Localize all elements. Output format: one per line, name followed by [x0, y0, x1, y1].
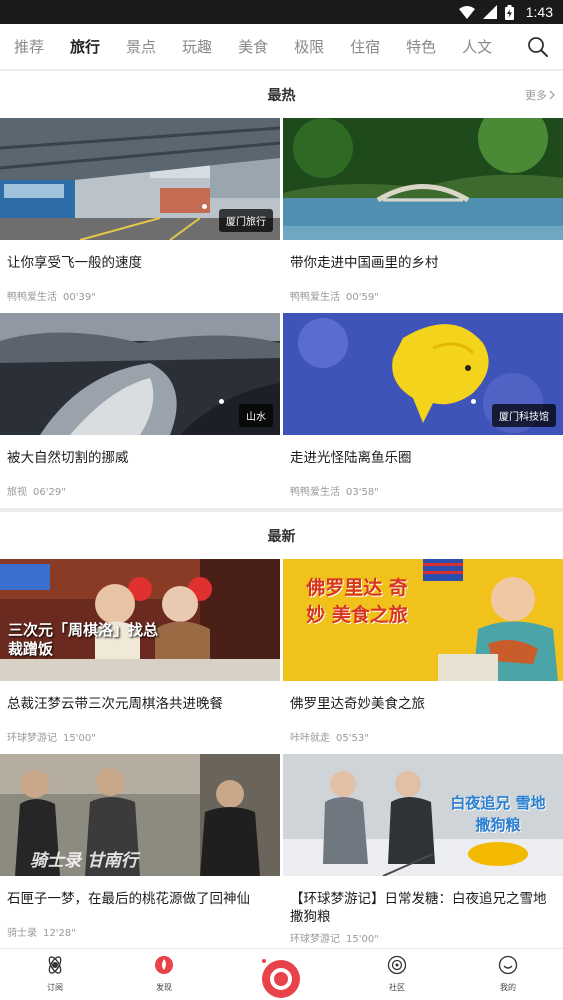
video-author: 旅视	[7, 487, 27, 498]
hot-section: 最热 更多 厦门旅行 让你享受飞一般的速度 鸭鸭爱生活 00'39" 带你走进中…	[0, 71, 563, 508]
video-title: 被大自然切割的挪威	[7, 450, 129, 466]
tab-culture[interactable]: 人文	[462, 36, 492, 57]
more-label: 更多	[525, 89, 547, 102]
video-duration: 00'39"	[63, 292, 96, 303]
more-link[interactable]: 更多	[525, 87, 555, 103]
video-duration: 06'29"	[33, 487, 66, 498]
video-duration: 15'00"	[63, 733, 96, 744]
video-thumbnail: 白夜追兄 雪地撒狗粮	[283, 754, 563, 876]
signal-icon	[482, 5, 497, 19]
tab-lodging[interactable]: 住宿	[350, 36, 380, 57]
thumbnail-caption: 白夜追兄 雪地撒狗粮	[450, 794, 546, 834]
video-card[interactable]: 厦门旅行 让你享受飞一般的速度 鸭鸭爱生活 00'39"	[0, 118, 280, 312]
video-duration: 05'53"	[336, 733, 369, 744]
search-icon[interactable]	[527, 36, 549, 58]
video-thumbnail: 山水	[0, 313, 280, 435]
community-icon	[387, 955, 407, 975]
video-meta: 环球梦游记 15'00"	[7, 729, 96, 744]
wifi-icon	[458, 5, 475, 19]
video-thumbnail: 骑士录 甘南行	[0, 754, 280, 876]
location-tag: 厦门科技馆	[492, 404, 556, 427]
video-title: 总裁汪梦云带三次元周棋洛共进晚餐	[7, 696, 223, 712]
latest-section: 最新 三次元「周棋洛」找总裁蹭饭 总裁汪梦云带三次元周棋洛共进晚餐 环球梦游记 1…	[0, 512, 563, 948]
video-author: 环球梦游记	[290, 934, 340, 945]
status-bar: 1:43	[0, 0, 563, 24]
nav-label: 社区	[389, 983, 405, 992]
video-duration: 03'58"	[346, 487, 379, 498]
subscribe-icon	[48, 956, 62, 974]
tab-special[interactable]: 特色	[406, 36, 436, 57]
nav-subscribe[interactable]: 订阅	[25, 955, 85, 993]
video-duration: 00'59"	[346, 292, 379, 303]
video-title: 【环球梦游记】日常发糖：白夜追兄之雪地撒狗粮	[290, 891, 547, 925]
discover-icon	[155, 956, 173, 974]
tag-dot	[219, 399, 224, 404]
notification-dot	[262, 959, 266, 963]
video-card[interactable]: 骑士录 甘南行 石匣子一梦，在最后的桃花源做了回神仙 骑士录 12'28"	[0, 754, 280, 948]
location-tag: 厦门旅行	[219, 209, 273, 232]
video-thumbnail	[283, 118, 563, 240]
video-thumbnail: 厦门旅行	[0, 118, 280, 240]
video-card[interactable]: 佛罗里达 奇妙 美食之旅 佛罗里达奇妙美食之旅 咔咔就走 05'53"	[283, 559, 563, 753]
video-card[interactable]: 带你走进中国画里的乡村 鸭鸭爱生活 00'59"	[283, 118, 563, 312]
nav-label: 订阅	[47, 983, 63, 992]
video-title: 让你享受飞一般的速度	[7, 255, 142, 271]
video-title: 石匣子一梦，在最后的桃花源做了回神仙	[7, 891, 250, 907]
tab-food[interactable]: 美食	[238, 36, 268, 57]
section-title: 最新	[267, 529, 296, 545]
video-author: 骑士录	[7, 928, 37, 939]
video-meta: 环球梦游记 15'00"	[290, 930, 379, 945]
tab-travel[interactable]: 旅行	[70, 36, 100, 57]
tab-recommend[interactable]: 推荐	[14, 36, 44, 57]
video-author: 鸭鸭爱生活	[290, 487, 340, 498]
video-meta: 咔咔就走 05'53"	[290, 729, 369, 744]
category-tabs: 推荐 旅行 景点 玩趣 美食 极限 住宿 特色 人文	[0, 24, 563, 70]
video-card[interactable]: 三次元「周棋洛」找总裁蹭饭 总裁汪梦云带三次元周棋洛共进晚餐 环球梦游记 15'0…	[0, 559, 280, 753]
video-duration: 12'28"	[43, 928, 76, 939]
video-meta: 旅视 06'29"	[7, 483, 66, 498]
record-button[interactable]	[262, 960, 300, 998]
section-title: 最热	[267, 88, 296, 104]
video-card[interactable]: 山水 被大自然切割的挪威 旅视 06'29"	[0, 313, 280, 507]
video-meta: 鸭鸭爱生活 00'59"	[290, 288, 379, 303]
video-title: 佛罗里达奇妙美食之旅	[290, 696, 425, 712]
nav-label: 发现	[156, 983, 172, 992]
tab-extreme[interactable]: 极限	[294, 36, 324, 57]
record-icon	[270, 968, 292, 990]
video-card[interactable]: 厦门科技馆 走进光怪陆离鱼乐圈 鸭鸭爱生活 03'58"	[283, 313, 563, 507]
battery-icon	[504, 4, 514, 20]
video-title: 走进光怪陆离鱼乐圈	[290, 450, 412, 466]
tab-fun[interactable]: 玩趣	[182, 36, 212, 57]
clock: 1:43	[525, 4, 553, 20]
chevron-right-icon	[549, 90, 555, 100]
video-thumbnail: 厦门科技馆	[283, 313, 563, 435]
video-author: 环球梦游记	[7, 733, 57, 744]
video-meta: 鸭鸭爱生活 00'39"	[7, 288, 96, 303]
profile-icon	[498, 955, 518, 975]
nav-community[interactable]: 社区	[367, 955, 427, 993]
video-author: 鸭鸭爱生活	[7, 292, 57, 303]
location-tag: 山水	[239, 404, 273, 427]
video-author: 鸭鸭爱生活	[290, 292, 340, 303]
video-title: 带你走进中国画里的乡村	[290, 255, 439, 271]
video-thumbnail: 佛罗里达 奇妙 美食之旅	[283, 559, 563, 681]
nav-label: 我的	[500, 983, 516, 992]
video-card[interactable]: 白夜追兄 雪地撒狗粮 【环球梦游记】日常发糖：白夜追兄之雪地撒狗粮 环球梦游记 1…	[283, 754, 563, 948]
thumbnail-caption: 三次元「周棋洛」找总裁蹭饭	[8, 621, 159, 658]
nav-discover[interactable]: 发现	[134, 955, 194, 993]
video-duration: 15'00"	[346, 934, 379, 945]
thumbnail-caption: 佛罗里达 奇妙 美食之旅	[306, 577, 408, 626]
nav-profile[interactable]: 我的	[478, 955, 538, 993]
video-thumbnail: 三次元「周棋洛」找总裁蹭饭	[0, 559, 280, 681]
tag-dot	[471, 399, 476, 404]
video-meta: 鸭鸭爱生活 03'58"	[290, 483, 379, 498]
video-meta: 骑士录 12'28"	[7, 924, 76, 939]
thumbnail-caption: 骑士录 甘南行	[30, 851, 138, 871]
bottom-nav: 订阅 发现 社区 我的	[0, 948, 563, 1000]
video-author: 咔咔就走	[290, 733, 330, 744]
tab-attractions[interactable]: 景点	[126, 36, 156, 57]
tag-dot	[202, 204, 207, 209]
